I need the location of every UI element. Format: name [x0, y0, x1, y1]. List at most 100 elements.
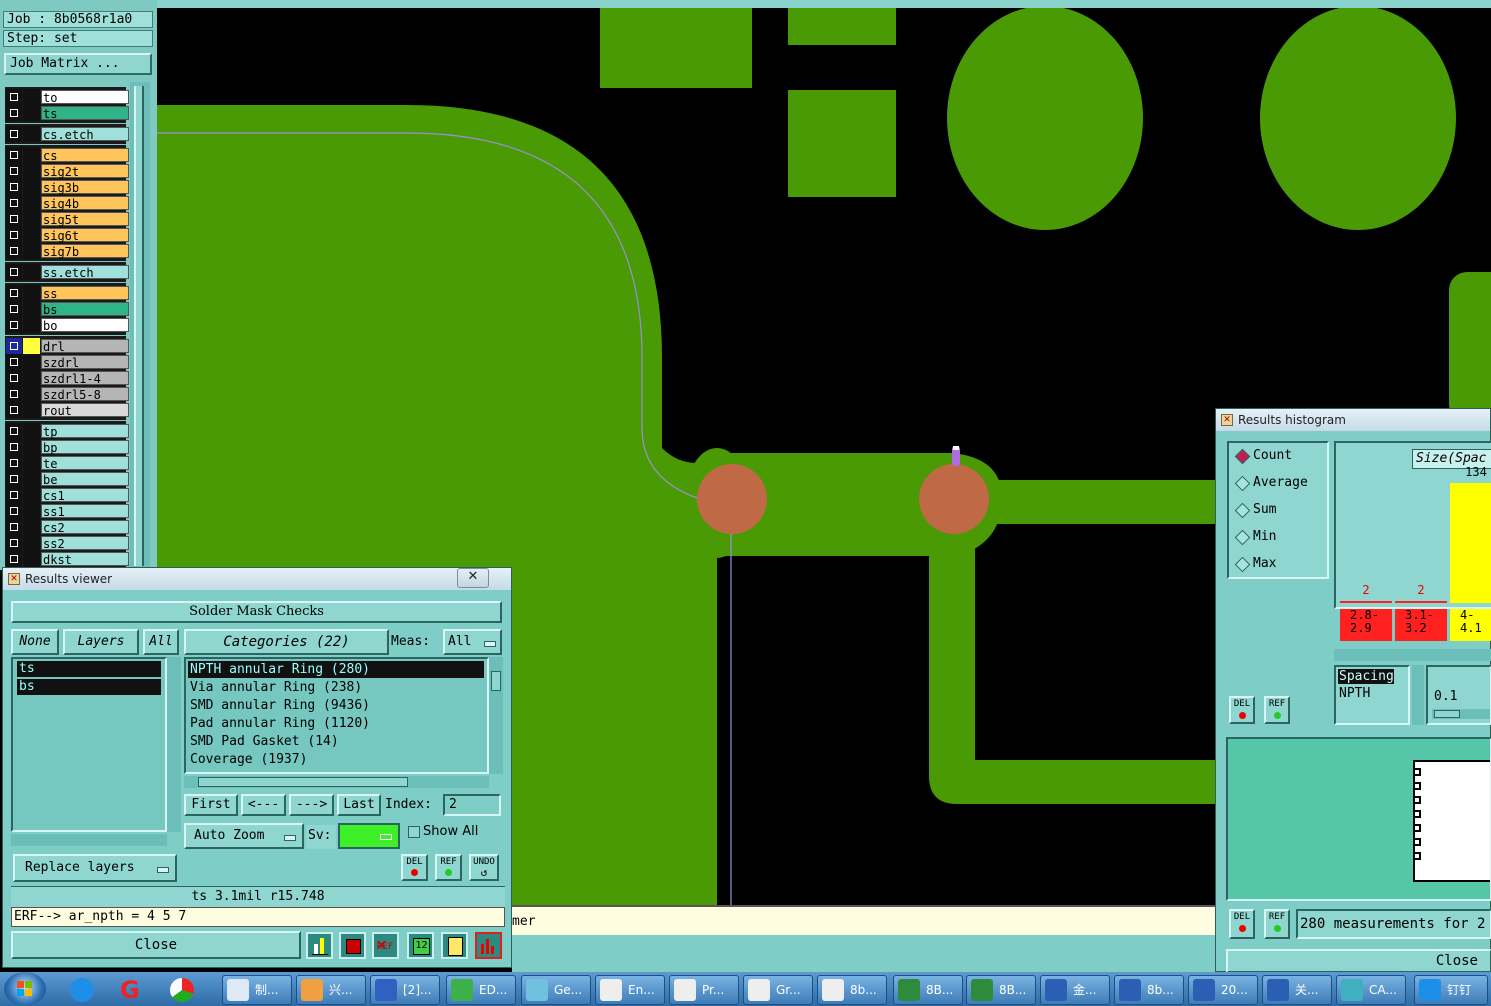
layer-row[interactable]: bo [6, 317, 129, 333]
layer-name[interactable]: sig5t [41, 212, 129, 227]
hist-close-button[interactable]: Close [1226, 949, 1491, 973]
layer-row[interactable]: sig7b [6, 243, 129, 259]
taskbar-item[interactable]: 8B... [966, 975, 1036, 1005]
layer-checkbox[interactable] [6, 519, 22, 535]
report-tool-icon[interactable] [339, 932, 366, 959]
layer-row[interactable]: tp [6, 423, 129, 439]
taskbar-item[interactable]: 8B... [893, 975, 963, 1005]
layer-name[interactable]: bs [41, 302, 129, 317]
g-app-icon[interactable]: G [114, 976, 150, 1004]
layer-row[interactable]: szdrl5-8 [6, 386, 129, 402]
preview-ref-button[interactable]: REF [1264, 909, 1290, 939]
layer-name[interactable]: bo [41, 318, 129, 333]
erase-tool-icon[interactable]: REF ✕ [372, 932, 399, 959]
layer-row[interactable]: rout [6, 402, 129, 418]
last-button[interactable]: Last [337, 794, 381, 816]
categories-scrollbar[interactable] [489, 657, 503, 774]
layer-checkbox[interactable] [6, 179, 22, 195]
layer-list-item[interactable]: bs [17, 679, 161, 695]
taskbar-item[interactable]: 20... [1188, 975, 1258, 1005]
layer-row[interactable]: sig2t [6, 163, 129, 179]
mode-radio[interactable]: Max [1234, 555, 1325, 575]
layer-row[interactable]: dkst [6, 551, 129, 567]
layer-name[interactable]: ss [41, 286, 129, 301]
layer-checkbox[interactable] [6, 301, 22, 317]
taskbar-item[interactable]: Gr... [743, 975, 813, 1005]
layer-checkbox[interactable] [6, 551, 22, 567]
hist-ref-button[interactable]: REF [1264, 696, 1290, 724]
layer-row[interactable]: ss1 [6, 503, 129, 519]
del-button[interactable]: DEL [401, 854, 428, 881]
layer-checkbox[interactable] [6, 285, 22, 301]
layer-list-hscroll[interactable] [11, 834, 167, 846]
results-viewer-titlebar[interactable]: ✕ Results viewer ✕ [3, 568, 511, 590]
none-button[interactable]: None [11, 629, 59, 655]
taskbar-item[interactable]: En... [595, 975, 665, 1005]
layer-name[interactable]: sig6t [41, 228, 129, 243]
layer-name[interactable]: ss2 [41, 536, 129, 551]
layer-row[interactable]: te [6, 455, 129, 471]
layer-checkbox[interactable] [6, 354, 22, 370]
layer-checkbox[interactable] [6, 211, 22, 227]
mode-radio[interactable]: Average [1234, 474, 1325, 494]
layer-list-scrollbar[interactable] [167, 657, 181, 832]
layer-row[interactable]: szdrl [6, 354, 129, 370]
layer-checkbox[interactable] [6, 317, 22, 333]
layer-checkbox[interactable] [6, 338, 22, 354]
taskbar-item[interactable]: 钉钉 [1414, 975, 1488, 1005]
start-button[interactable] [4, 972, 46, 1006]
taskbar-item[interactable]: 8b... [1114, 975, 1184, 1005]
autozoom-select[interactable]: Auto Zoom [184, 823, 304, 849]
scale-slider[interactable] [1432, 709, 1490, 719]
layer-name[interactable]: sig4b [41, 196, 129, 211]
notes-tool-icon[interactable] [441, 932, 468, 959]
next-button[interactable]: ---> [289, 794, 334, 816]
layer-name[interactable]: sig7b [41, 244, 129, 259]
layer-checkbox[interactable] [6, 89, 22, 105]
layer-name[interactable]: ts [41, 106, 129, 121]
hist-del-button[interactable]: DEL [1229, 696, 1255, 724]
layer-name[interactable]: tp [41, 424, 129, 439]
category-item[interactable]: Via annular Ring (238) [188, 679, 484, 696]
layer-checkbox[interactable] [6, 227, 22, 243]
layer-name[interactable]: szdrl1-4 [41, 371, 129, 386]
taskbar-item[interactable]: ED... [446, 975, 516, 1005]
layer-row[interactable]: drl [6, 338, 129, 354]
ref-button[interactable]: REF [435, 854, 462, 881]
chart-tool-icon[interactable] [306, 932, 333, 959]
layer-checkbox[interactable] [6, 503, 22, 519]
category-item[interactable]: Pad annular Ring (1120) [188, 715, 484, 732]
layer-checkbox[interactable] [6, 147, 22, 163]
sv-color-select[interactable] [338, 823, 400, 849]
layer-row[interactable]: sig6t [6, 227, 129, 243]
category-item[interactable]: Coverage (1937) [188, 751, 484, 768]
layer-checkbox[interactable] [6, 370, 22, 386]
layer-checkbox[interactable] [6, 163, 22, 179]
layer-row[interactable]: be [6, 471, 129, 487]
prev-button[interactable]: <--- [241, 794, 286, 816]
layer-checkbox[interactable] [6, 471, 22, 487]
layer-name[interactable]: ss.etch [41, 265, 129, 280]
layer-row[interactable]: ts [6, 105, 129, 121]
histogram-bar[interactable] [1340, 601, 1392, 603]
taskbar-item[interactable]: 制... [222, 975, 292, 1005]
layer-row[interactable]: ss2 [6, 535, 129, 551]
categories-hscroll[interactable] [184, 776, 489, 788]
layer-name[interactable]: cs1 [41, 488, 129, 503]
layer-checkbox[interactable] [6, 535, 22, 551]
index-input[interactable]: 2 [443, 794, 501, 816]
layer-checkbox[interactable] [6, 126, 22, 142]
close-button[interactable]: Close [11, 931, 301, 959]
layer-name[interactable]: be [41, 472, 129, 487]
undo-button[interactable]: UNDO ↺ [469, 854, 499, 881]
layer-list-item[interactable]: ts [17, 661, 161, 677]
layer-row[interactable]: ss [6, 285, 129, 301]
layer-name[interactable]: to [41, 90, 129, 105]
layer-row[interactable]: cs [6, 147, 129, 163]
taskbar-item[interactable]: 兴... [296, 975, 366, 1005]
layer-name[interactable]: sig3b [41, 180, 129, 195]
layer-name[interactable]: szdrl5-8 [41, 387, 129, 402]
layer-name[interactable]: szdrl [41, 355, 129, 370]
mode-radio[interactable]: Min [1234, 528, 1325, 548]
layer-row[interactable]: sig4b [6, 195, 129, 211]
